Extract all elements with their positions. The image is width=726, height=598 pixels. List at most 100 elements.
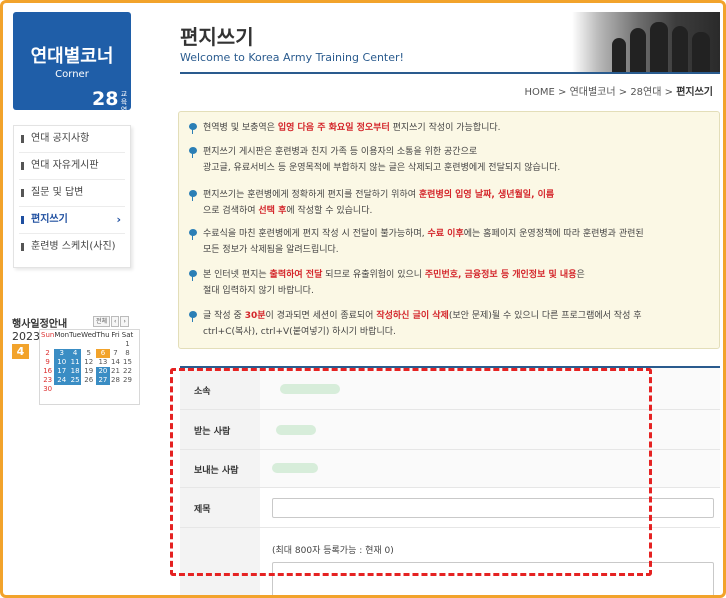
calendar-empty-cell [41,340,54,349]
calendar-day[interactable]: 12 [81,358,96,367]
notice-text: 수료식을 마친 훈련병에게 편지 작성 시 전달이 불가능하며, [203,229,428,239]
calendar-day[interactable]: 1 [122,340,134,349]
affiliation-label: 소속 [180,368,260,409]
calendar-day[interactable]: 28 [110,376,122,385]
calendar-day[interactable]: 21 [110,367,122,376]
breadcrumb-separator: > [661,87,677,98]
notice-line: 절대 입력하지 않기 바랍니다. [203,283,711,299]
breadcrumb-separator: > [615,87,631,98]
sender-label: 보내는 사람 [180,450,260,487]
event-calendar: 행사일정안내 전체 ‹ › 2023 4 Sun Mon Tue Wed Thu Fri S… [8,313,140,405]
subject-input[interactable] [272,498,714,518]
form-row-affiliation: 소속 [180,368,720,410]
sidebar-item-label: 훈련병 스케치(사진) [31,241,116,252]
notice-text: 되므로 유출위험이 있으니 [322,270,425,280]
calendar-day[interactable]: 18 [69,367,82,376]
notice-line: 현역병 및 보충역은 입영 다음 주 화요일 정오부터 편지쓰기 작성이 가능합… [203,120,711,136]
pin-icon [189,147,197,158]
recipient-label: 받는 사람 [180,410,260,449]
weekday-header: Fri [111,331,120,339]
subject-label-text: 제목 [194,505,211,515]
calendar-day[interactable]: 11 [69,358,82,367]
calendar-day[interactable]: 15 [122,358,134,367]
notice-line: 글 작성 중 30분이 경과되면 세션이 종료되어 작성하신 글이 삭제(보안 … [203,308,711,324]
calendar-day[interactable]: 25 [69,376,82,385]
calendar-day[interactable]: 16 [41,367,54,376]
calendar-day[interactable]: 13 [96,358,109,367]
calendar-day[interactable]: 20 [96,367,110,376]
bullet-icon [21,162,24,170]
notice-highlight: 선택 후 [258,206,287,216]
notice-box: 현역병 및 보충역은 입영 다음 주 화요일 정오부터 편지쓰기 작성이 가능합… [178,111,720,349]
calendar-empty-cell [96,340,109,349]
calendar-day[interactable]: 14 [110,358,122,367]
notice-line: 수료식을 마친 훈련병에게 편지 작성 시 전달이 불가능하며, 수료 이후에는… [203,226,711,242]
breadcrumb-home[interactable]: HOME [524,87,554,98]
bullet-icon [21,243,24,251]
calendar-empty-cell [122,385,134,394]
calendar-day[interactable]: 24 [54,376,70,385]
calendar-day[interactable]: 10 [54,358,70,367]
weekday-header: Sat [121,331,134,339]
calendar-day[interactable]: 7 [110,349,122,358]
calendar-day[interactable]: 19 [81,367,96,376]
affiliation-value [260,368,720,409]
breadcrumb-corner[interactable]: 연대별코너 [570,87,616,98]
sidebar-item-qna[interactable]: 질문 및 답변 [19,180,125,207]
bullet-icon [21,216,24,224]
breadcrumb-regiment[interactable]: 28연대 [630,87,661,98]
notice-text: 이 경과되면 세션이 종료되어 [265,311,377,321]
notice-item: 수료식을 마친 훈련병에게 편지 작성 시 전달이 불가능하며, 수료 이후에는… [189,226,711,258]
notice-text: 모든 정보가 삭제됨을 알려드립니다. [203,245,339,255]
form-row-recipient: 받는 사람 [180,410,720,450]
corner-logo[interactable]: 연대별코너 Corner 28 교육 연대 [13,12,131,122]
calendar-day[interactable]: 30 [41,385,54,394]
logo-tag-text: 교육 연대 [120,90,128,122]
calendar-empty-cell [81,385,96,394]
calendar-day[interactable]: 4 [69,349,82,358]
calendar-day[interactable]: 9 [41,358,54,367]
header-divider [180,72,720,74]
weekday-header: Thu [96,331,110,339]
calendar-day[interactable]: 3 [54,349,70,358]
calendar-day[interactable]: 29 [122,376,134,385]
calendar-day[interactable]: 27 [96,376,110,385]
calendar-empty-cell [69,340,81,349]
pin-icon [189,123,197,134]
calendar-empty-cell [54,340,69,349]
calendar-day[interactable]: 8 [122,349,134,358]
notice-line: 광고글, 유료서비스 등 운영목적에 부합하지 않는 글은 삭제되고 훈련병에게… [203,160,711,176]
sidebar-item-label: 연대 자유게시판 [31,160,99,171]
sidebar-item-notice[interactable]: 연대 공지사항 [19,126,125,153]
chevron-right-icon: › [116,213,121,226]
form-row-sender: 보내는 사람 [180,450,720,488]
notice-highlight: 훈련병의 입영 날짜, 생년월일, 이름 [418,190,555,200]
sidebar-item-write-letter[interactable]: 편지쓰기 › [19,207,125,234]
calendar-day[interactable]: 23 [41,376,54,385]
calendar-day[interactable]: 5 [81,349,96,358]
notice-line: 모든 정보가 삭제됨을 알려드립니다. [203,242,711,258]
notice-item: 글 작성 중 30분이 경과되면 세션이 종료되어 작성하신 글이 삭제(보안 … [189,308,711,340]
calendar-next-button[interactable]: › [120,316,129,327]
recipient-label-text: 받는 사람 [194,427,231,437]
calendar-all-button[interactable]: 전체 [93,316,111,327]
calendar-day[interactable]: 22 [122,367,134,376]
page-subtitle: Welcome to Korea Army Training Center! [180,51,404,64]
calendar-empty-cell [110,340,122,349]
calendar-day[interactable]: 26 [81,376,96,385]
notice-item: 본 인터넷 편지는 출력하여 전달 되므로 유출위험이 있으니 주민번호, 금융… [189,267,711,299]
recipient-value [260,410,720,449]
calendar-title: 행사일정안내 [12,319,68,330]
sidebar-item-free-board[interactable]: 연대 자유게시판 [19,153,125,180]
content-textarea[interactable] [272,562,714,598]
calendar-day[interactable]: 6 [96,349,110,358]
sidebar-item-sketch[interactable]: 훈련병 스케치(사진) [19,234,125,261]
notice-line: 편지쓰기 게시판은 훈련병과 친지 가족 등 이용자의 소통을 위한 공간으로 [203,144,711,160]
blurred-text [280,384,340,394]
letter-form: 소속 받는 사람 보내는 사람 제목 (최대 800자 등록가능 : 현재 0) [180,366,720,598]
calendar-day[interactable]: 17 [54,367,70,376]
notice-item: 현역병 및 보충역은 입영 다음 주 화요일 정오부터 편지쓰기 작성이 가능합… [189,120,711,136]
calendar-day[interactable]: 2 [41,349,54,358]
notice-highlight: 출력하여 전달 [269,270,323,280]
calendar-prev-button[interactable]: ‹ [111,316,120,327]
